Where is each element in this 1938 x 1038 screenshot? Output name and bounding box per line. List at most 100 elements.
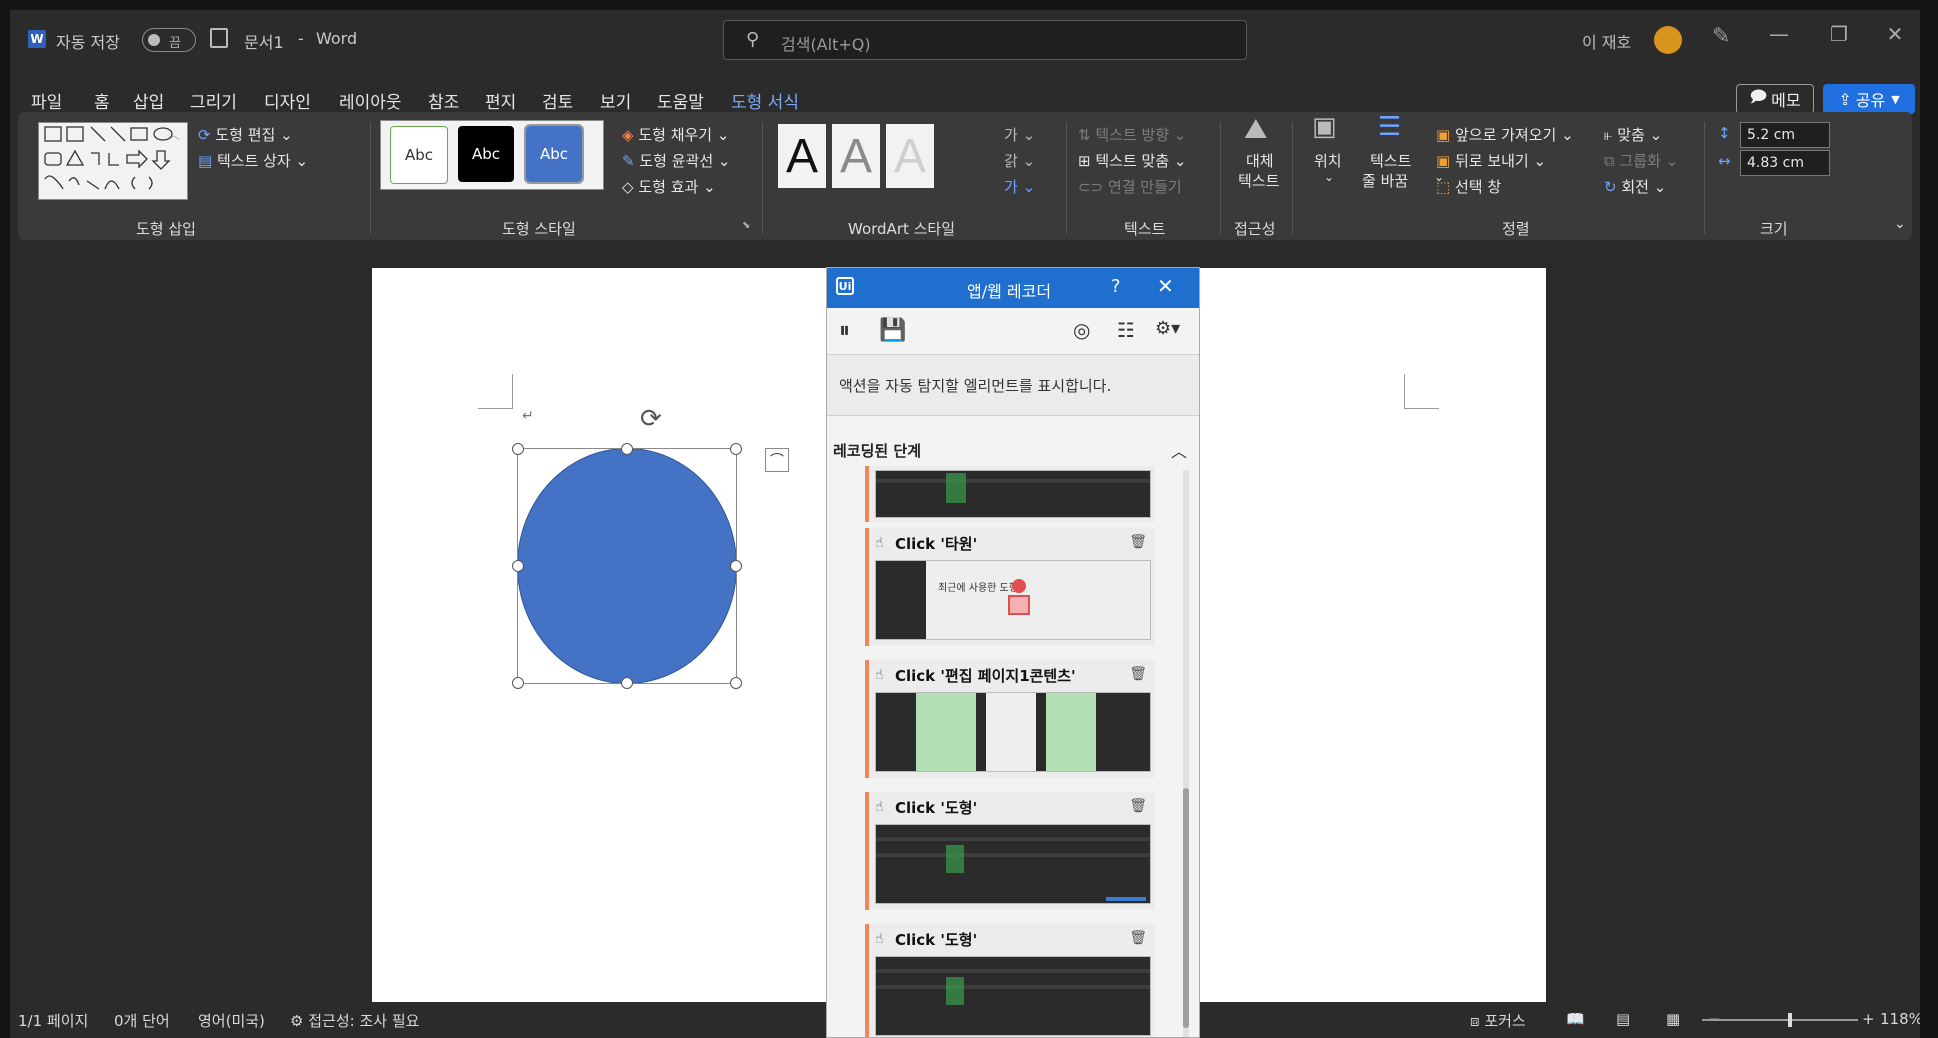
group-button[interactable]: ⧉ 그룹화 ⌄ bbox=[1604, 150, 1678, 171]
save-icon[interactable] bbox=[210, 28, 228, 48]
style-sample-outline[interactable]: Abc bbox=[390, 126, 448, 184]
user-name[interactable]: 이 재호 bbox=[1582, 29, 1631, 53]
shape-outline-button[interactable]: ✎ 도형 윤곽선 ⌄ bbox=[622, 150, 730, 171]
resize-handle[interactable] bbox=[621, 443, 633, 455]
restore-icon[interactable]: ❐ bbox=[1824, 22, 1854, 46]
text-direction-button[interactable]: ⇅ 텍스트 방향 ⌄ bbox=[1078, 124, 1186, 145]
language[interactable]: 영어(미국) bbox=[198, 1010, 265, 1031]
align-button[interactable]: ⫦ 맞춤 ⌄ bbox=[1604, 124, 1662, 145]
web-layout-icon[interactable]: ▦ bbox=[1666, 1010, 1680, 1028]
shape-height-field[interactable]: 5.2 cm bbox=[1740, 122, 1830, 148]
read-mode-icon[interactable]: 📖 bbox=[1566, 1010, 1585, 1028]
text-fill-icon[interactable]: 가 ⌄ bbox=[1004, 124, 1035, 145]
position-label[interactable]: 위치 bbox=[1314, 150, 1342, 171]
wrap-text-label-1[interactable]: 텍스트 bbox=[1370, 150, 1411, 171]
gallery-scroll-up-icon[interactable]: ︿ bbox=[168, 126, 180, 143]
accessibility-status[interactable]: ⚙ 접근성: 조사 필요 bbox=[290, 1010, 419, 1031]
zoom-in-button[interactable]: + bbox=[1862, 1010, 1875, 1028]
avatar[interactable] bbox=[1654, 26, 1682, 54]
text-outline-icon[interactable]: 갉 ⌄ bbox=[1004, 150, 1035, 171]
steps-scrollbar-thumb[interactable] bbox=[1183, 788, 1189, 1028]
tab-help[interactable]: 도움말 bbox=[657, 88, 704, 113]
step-card[interactable]: ☝ Click '편집 페이지1콘텐츠' 🗑 bbox=[865, 660, 1155, 778]
tab-design[interactable]: 디자인 bbox=[264, 88, 311, 113]
close-icon[interactable]: ✕ bbox=[1880, 22, 1910, 46]
step-card[interactable]: ☝ Click '타원' 🗑 최근에 사용한 도형 bbox=[865, 528, 1155, 646]
rotate-button[interactable]: ↻ 회전 ⌄ bbox=[1604, 176, 1666, 197]
delete-icon[interactable]: 🗑 bbox=[1129, 930, 1147, 946]
resize-handle[interactable] bbox=[730, 560, 742, 572]
share-button[interactable]: ⇪ 공유 ▼ bbox=[1823, 84, 1915, 114]
tab-view[interactable]: 보기 bbox=[600, 88, 631, 113]
wordart-sample-black[interactable]: A bbox=[778, 124, 826, 188]
shape-effects-button[interactable]: ◇ 도형 효과 ⌄ bbox=[622, 176, 716, 197]
zoom-level[interactable]: 118% bbox=[1880, 1010, 1920, 1028]
help-button[interactable]: ? bbox=[1111, 276, 1121, 297]
dialog-launcher-icon[interactable]: ⬊ bbox=[742, 220, 750, 231]
zoom-slider-thumb[interactable] bbox=[1788, 1013, 1792, 1027]
focus-button[interactable]: ⧈ 포커스 bbox=[1470, 1010, 1526, 1031]
close-icon[interactable]: ✕ bbox=[1157, 274, 1174, 298]
edit-shape-button[interactable]: ⟳ 도형 편집 ⌄ bbox=[198, 124, 293, 145]
tab-mailings[interactable]: 편지 bbox=[485, 88, 516, 113]
text-box-button[interactable]: ▤ 텍스트 상자 ⌄ bbox=[198, 150, 308, 171]
wordart-sample-gray[interactable]: A bbox=[832, 124, 880, 188]
send-backward-button[interactable]: ▣ 뒤로 보내기 ⌄ bbox=[1436, 150, 1546, 171]
wrap-text-label-2[interactable]: 줄 바꿈 bbox=[1362, 170, 1408, 191]
print-layout-icon[interactable]: ▤ bbox=[1616, 1010, 1630, 1028]
comments-button[interactable]: 🗩 메모 bbox=[1736, 84, 1814, 114]
align-text-button[interactable]: ⊞ 텍스트 맞춤 ⌄ bbox=[1078, 150, 1186, 171]
steps-scrollbar[interactable] bbox=[1183, 470, 1189, 1037]
bring-forward-button[interactable]: ▣ 앞으로 가져오기 ⌄ bbox=[1436, 124, 1574, 145]
delete-icon[interactable]: 🗑 bbox=[1129, 798, 1147, 814]
delete-icon[interactable]: 🗑 bbox=[1129, 666, 1147, 682]
shape-fill-button[interactable]: ◈ 도형 채우기 ⌄ bbox=[622, 124, 729, 145]
create-link-button[interactable]: ⊂⊃ 연결 만들기 bbox=[1078, 176, 1182, 197]
tab-references[interactable]: 참조 bbox=[428, 88, 459, 113]
resize-handle[interactable] bbox=[512, 677, 524, 689]
tab-insert[interactable]: 삽입 bbox=[133, 88, 164, 113]
resize-handle[interactable] bbox=[730, 443, 742, 455]
page-count[interactable]: 1/1 페이지 bbox=[18, 1010, 88, 1031]
pen-icon[interactable]: ✎ bbox=[1712, 24, 1730, 49]
settings-dropdown-icon[interactable]: ⚙▾ bbox=[1155, 318, 1180, 339]
zoom-slider[interactable] bbox=[1702, 1019, 1858, 1021]
wordart-sample-light[interactable]: A bbox=[886, 124, 934, 188]
selection-pane-button[interactable]: ⬚ 선택 창 bbox=[1436, 176, 1501, 197]
style-sample-blue[interactable]: Abc bbox=[524, 124, 584, 184]
resize-handle[interactable] bbox=[730, 677, 742, 689]
checklist-icon[interactable]: ☷ bbox=[1117, 318, 1135, 342]
rotate-handle-icon[interactable]: ⟳ bbox=[640, 404, 662, 434]
text-effects-icon[interactable]: 가 ⌄ bbox=[1004, 176, 1035, 197]
wrap-text-icon[interactable]: ☰ bbox=[1378, 112, 1401, 142]
autosave-toggle[interactable]: 끔 bbox=[142, 28, 196, 52]
pause-icon[interactable]: ⏸ bbox=[839, 318, 850, 343]
position-chevron-icon[interactable]: ⌄ bbox=[1324, 170, 1334, 184]
collapse-ribbon-icon[interactable]: ⌄ bbox=[1894, 216, 1906, 232]
shape-width-field[interactable]: 4.83 cm bbox=[1740, 150, 1830, 176]
resize-handle[interactable] bbox=[512, 560, 524, 572]
tab-file[interactable]: 파일 bbox=[31, 88, 62, 113]
target-icon[interactable]: ◎ bbox=[1073, 318, 1090, 342]
position-icon[interactable]: ▣ bbox=[1312, 112, 1337, 142]
shape-gallery[interactable] bbox=[38, 122, 188, 200]
alt-text-label-2[interactable]: 텍스트 bbox=[1238, 170, 1279, 191]
step-card-partial[interactable] bbox=[865, 466, 1155, 522]
style-sample-black[interactable]: Abc bbox=[458, 126, 514, 182]
tab-draw[interactable]: 그리기 bbox=[190, 88, 237, 113]
delete-icon[interactable]: 🗑 bbox=[1129, 534, 1147, 550]
alt-text-label-1[interactable]: 대체 bbox=[1246, 150, 1274, 171]
resize-handle[interactable] bbox=[621, 677, 633, 689]
save-icon[interactable]: 💾 bbox=[879, 318, 906, 343]
resize-handle[interactable] bbox=[512, 443, 524, 455]
chevron-up-icon[interactable]: ︿ bbox=[1171, 438, 1187, 462]
step-card[interactable]: ☝ Click '도형' 🗑 bbox=[865, 792, 1155, 910]
alt-text-icon[interactable]: ⛰ bbox=[1244, 112, 1268, 146]
tab-home[interactable]: 홈 bbox=[94, 88, 110, 113]
step-card[interactable]: ☝ Click '도형' 🗑 bbox=[865, 924, 1155, 1037]
layout-options-icon[interactable]: ⌒ bbox=[765, 448, 789, 472]
search-box[interactable]: ⚲ 검색(Alt+Q) bbox=[723, 20, 1247, 60]
tab-layout[interactable]: 레이아웃 bbox=[339, 88, 402, 113]
minimize-icon[interactable]: — bbox=[1764, 22, 1794, 46]
recorded-steps-header[interactable]: 레코딩된 단계 ︿ bbox=[827, 436, 1199, 468]
